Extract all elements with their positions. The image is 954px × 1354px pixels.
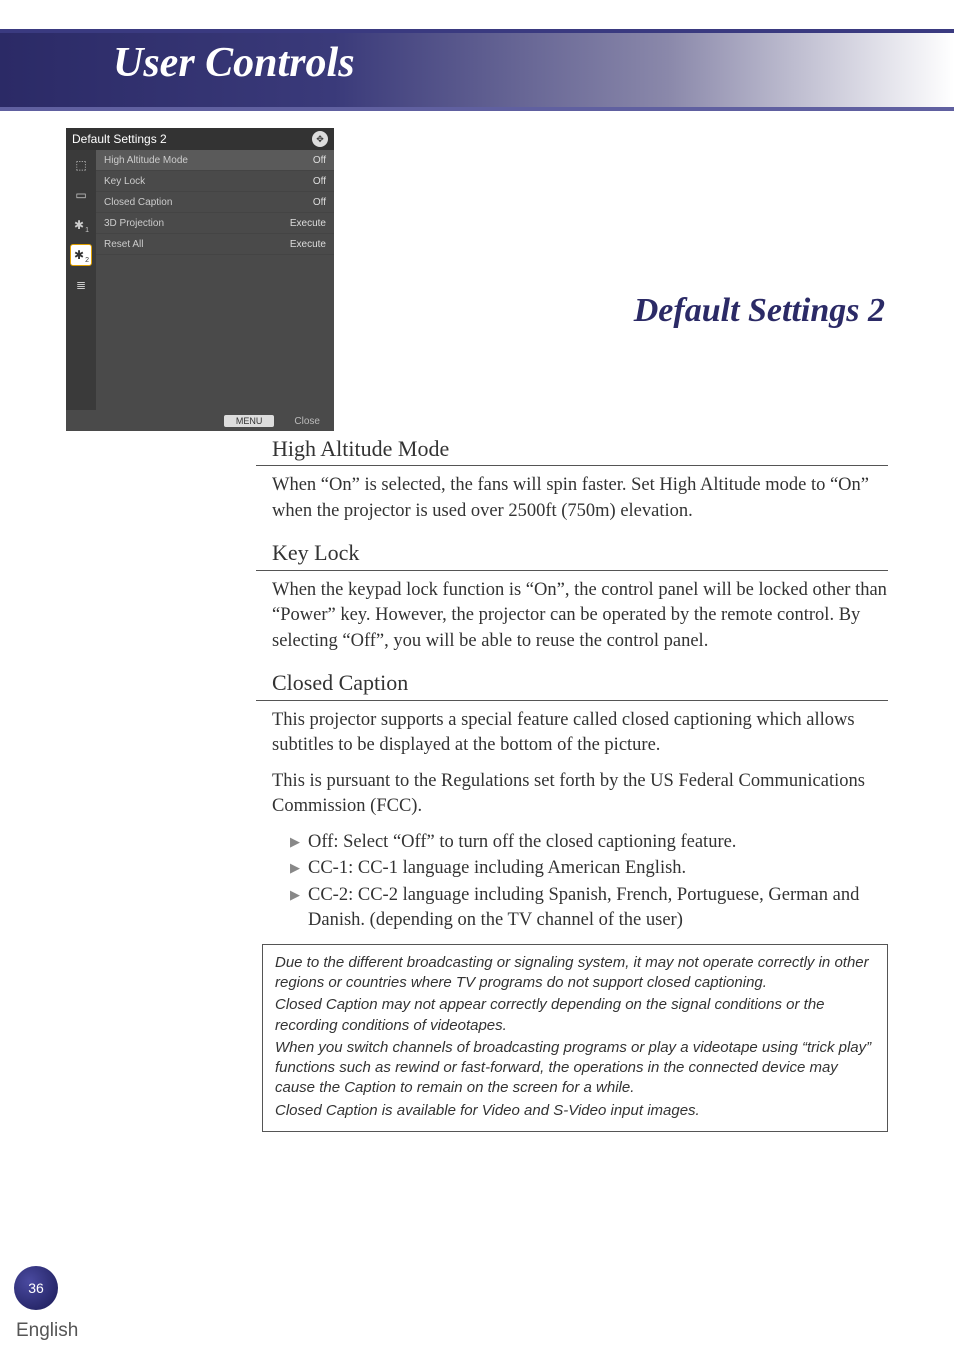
- osd-sb-setup1-icon[interactable]: ✱1: [70, 214, 92, 236]
- para-ham: When “On” is selected, the fans will spi…: [256, 473, 888, 524]
- osd-row-label: 3D Projection: [104, 218, 164, 229]
- osd-row-value: Off: [313, 197, 326, 208]
- note-line: Due to the different broadcasting or sig…: [275, 953, 875, 994]
- osd-row-closed-caption[interactable]: Closed Caption Off: [96, 192, 334, 213]
- osd-row-key-lock[interactable]: Key Lock Off: [96, 171, 334, 192]
- para-cc-2: This is pursuant to the Regulations set …: [256, 769, 888, 820]
- osd-row-label: High Altitude Mode: [104, 155, 188, 166]
- bullet-text: Off: Select “Off” to turn off the closed…: [308, 830, 888, 856]
- bullet-triangle-icon: ▶: [290, 856, 300, 882]
- header-band: User Controls: [0, 29, 954, 111]
- subhead-key-lock: Key Lock: [256, 538, 888, 570]
- osd-menu-button[interactable]: MENU: [224, 415, 275, 427]
- note-line: Closed Caption is available for Video an…: [275, 1101, 875, 1121]
- subhead-high-altitude: High Altitude Mode: [256, 434, 888, 466]
- osd-close-button[interactable]: Close: [294, 416, 320, 427]
- osd-footer: MENU Close: [66, 411, 334, 431]
- osd-sb-info-icon[interactable]: ≣: [70, 274, 92, 296]
- osd-row-value: Execute: [290, 239, 326, 250]
- list-item: ▶ CC-2: CC-2 language including Spanish,…: [290, 883, 888, 934]
- para-cc-1: This projector supports a special featur…: [256, 708, 888, 759]
- language-label: English: [16, 1320, 78, 1342]
- nav-arrows-icon[interactable]: ✥: [312, 131, 328, 147]
- subhead-closed-caption: Closed Caption: [256, 668, 888, 700]
- note-line: Closed Caption may not appear correctly …: [275, 995, 875, 1036]
- osd-row-value: Execute: [290, 218, 326, 229]
- osd-list: High Altitude Mode Off Key Lock Off Clos…: [96, 150, 334, 410]
- list-item: ▶ Off: Select “Off” to turn off the clos…: [290, 830, 888, 856]
- page-number-badge: 36: [14, 1266, 58, 1310]
- osd-row-reset-all[interactable]: Reset All Execute: [96, 234, 334, 255]
- osd-sb-display-icon[interactable]: ⬚: [70, 154, 92, 176]
- osd-row-high-altitude[interactable]: High Altitude Mode Off: [96, 150, 334, 171]
- bullet-text: CC-2: CC-2 language including Spanish, F…: [308, 883, 888, 934]
- bullet-text: CC-1: CC-1 language including American E…: [308, 856, 888, 882]
- osd-row-label: Key Lock: [104, 176, 145, 187]
- list-item: ▶ CC-1: CC-1 language including American…: [290, 856, 888, 882]
- bullet-triangle-icon: ▶: [290, 830, 300, 856]
- cc-bullet-list: ▶ Off: Select “Off” to turn off the clos…: [256, 830, 888, 934]
- bullet-triangle-icon: ▶: [290, 883, 300, 934]
- osd-row-label: Closed Caption: [104, 197, 172, 208]
- page-header-title: User Controls: [113, 39, 355, 87]
- osd-sb-image-icon[interactable]: ▭: [70, 184, 92, 206]
- osd-row-value: Off: [313, 155, 326, 166]
- osd-sidebar: ⬚ ▭ ✱1 ✱2 ≣: [66, 150, 96, 410]
- note-line: When you switch channels of broadcasting…: [275, 1038, 875, 1099]
- osd-titlebar: Default Settings 2 ✥: [66, 128, 334, 150]
- para-keylock: When the keypad lock function is “On”, t…: [256, 578, 888, 655]
- osd-row-3d-projection[interactable]: 3D Projection Execute: [96, 213, 334, 234]
- osd-menu: Default Settings 2 ✥ ⬚ ▭ ✱1 ✱2 ≣ High Al…: [66, 128, 334, 431]
- content-column: High Altitude Mode When “On” is selected…: [256, 434, 888, 1132]
- osd-row-value: Off: [313, 176, 326, 187]
- osd-title: Default Settings 2: [72, 132, 167, 146]
- osd-row-label: Reset All: [104, 239, 143, 250]
- osd-sb-setup2-icon[interactable]: ✱2: [70, 244, 92, 266]
- section-title: Default Settings 2: [450, 292, 885, 330]
- note-box: Due to the different broadcasting or sig…: [262, 944, 888, 1132]
